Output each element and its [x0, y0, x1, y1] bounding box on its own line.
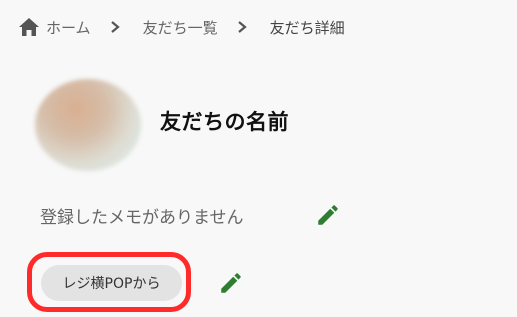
avatar — [35, 79, 141, 171]
home-icon[interactable] — [18, 17, 40, 37]
source-tag-chip[interactable]: レジ横POPから — [41, 265, 182, 301]
friend-name: 友だちの名前 — [160, 110, 289, 134]
edit-memo-pencil-icon[interactable] — [315, 202, 341, 228]
breadcrumb-home-link[interactable]: ホーム — [46, 17, 91, 38]
chevron-right-icon — [236, 20, 248, 34]
breadcrumb-current: 友だち詳細 — [269, 18, 345, 37]
edit-tag-pencil-icon[interactable] — [218, 270, 244, 296]
chevron-right-icon — [109, 20, 121, 34]
breadcrumb-friends-list-link[interactable]: 友だち一覧 — [143, 17, 218, 38]
memo-placeholder-text: 登録したメモがありません — [40, 208, 244, 228]
breadcrumb: ホーム 友だち一覧 友だち詳細 — [18, 16, 345, 38]
